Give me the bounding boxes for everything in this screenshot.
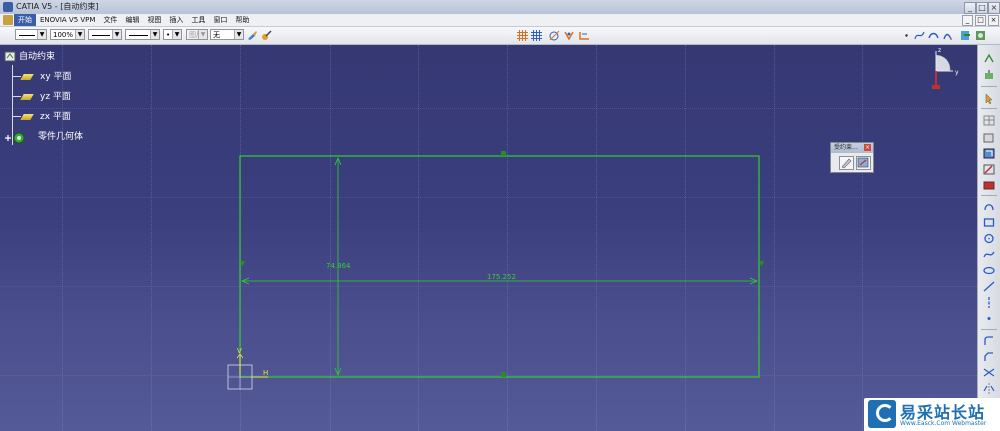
select-arrow-icon[interactable]: [983, 93, 995, 104]
spline-icon[interactable]: [914, 30, 925, 41]
minimize-button[interactable]: _: [964, 2, 976, 14]
animate-constraint-icon[interactable]: [983, 179, 995, 190]
doc-minimize-button[interactable]: _: [962, 15, 973, 26]
menu-item[interactable]: 编辑: [121, 14, 143, 26]
ellipse-icon[interactable]: [983, 265, 995, 276]
doc-restore-button[interactable]: □: [975, 15, 986, 26]
zoom-value: 100%: [53, 31, 74, 39]
mirror-icon[interactable]: [983, 383, 995, 394]
close-button[interactable]: ×: [988, 2, 1000, 14]
menu-item[interactable]: 文件: [99, 14, 121, 26]
compass-y-label: y: [955, 69, 959, 76]
menu-item[interactable]: 插入: [165, 14, 187, 26]
horizontal-constraint-symbol: [501, 372, 506, 377]
compass-base: [932, 85, 940, 89]
paint-brush-icon[interactable]: [247, 30, 258, 41]
right-toolbar: [977, 45, 1000, 431]
v-axis-label: V: [237, 347, 242, 355]
doc-close-button[interactable]: ×: [988, 15, 999, 26]
site-watermark: 易采站长站 Www.Easck.Com Webmaster: [864, 398, 1000, 431]
dimensional-constraints-icon[interactable]: [579, 30, 590, 41]
title-bar: CATIA V5 - [自动约束] _ □ ×: [0, 0, 1000, 15]
point-tool-icon[interactable]: [983, 313, 995, 324]
menu-item[interactable]: 开始: [14, 14, 36, 26]
workbench-icon[interactable]: [975, 30, 986, 41]
axis-icon[interactable]: [983, 297, 995, 308]
filter-value: 无: [213, 31, 220, 39]
profile-icon[interactable]: [928, 30, 939, 41]
transparency-select[interactable]: 100% ▼: [50, 29, 85, 40]
h-axis-label: H: [263, 369, 268, 377]
palette-close-button[interactable]: ×: [864, 144, 871, 151]
toolbar-separator: [981, 195, 997, 196]
horizontal-dimension-value[interactable]: 175.252: [487, 273, 516, 281]
watermark-subtitle: Www.Easck.Com Webmaster: [900, 420, 987, 427]
compass-widget[interactable]: z y: [918, 47, 963, 92]
constraint-grid-icon: [857, 157, 869, 168]
menu-item[interactable]: 工具: [187, 14, 209, 26]
arc-icon[interactable]: [942, 30, 953, 41]
sketch-tool-icon[interactable]: [983, 53, 995, 64]
menu-bar: 开始 ENOVIA V5 VPM 文件 编辑 视图 插入 工具 窗口 帮助 _ □ ×: [0, 14, 1000, 27]
linetype-select[interactable]: ▼: [88, 29, 122, 40]
snap-to-point-icon[interactable]: [531, 30, 542, 41]
menu-items: 开始 ENOVIA V5 VPM 文件 编辑 视图 插入 工具 窗口 帮助: [14, 14, 253, 26]
point-style-value: •: [166, 31, 171, 39]
construction-element-icon[interactable]: [549, 30, 560, 41]
constraint-apply-button[interactable]: [856, 156, 871, 170]
grid-snap-icon[interactable]: [983, 115, 995, 126]
graphic-properties-toolbar: ▼ 100% ▼ ▼ ▼ • ▼ 图层 ▼ 无 ▼: [0, 27, 1000, 45]
corner-icon[interactable]: [983, 335, 995, 346]
menu-item[interactable]: 视图: [143, 14, 165, 26]
lineweight-select[interactable]: ▼: [125, 29, 160, 40]
constraint-icon[interactable]: [983, 164, 995, 175]
circle-icon[interactable]: [983, 233, 995, 244]
vertical-constraint-symbol: [759, 261, 764, 267]
exit-workbench-icon[interactable]: [960, 30, 971, 41]
grid-icon[interactable]: [517, 30, 528, 41]
window-title: CATIA V5 - [自动约束]: [16, 2, 99, 11]
construction-icon[interactable]: [983, 132, 995, 143]
color-select[interactable]: ▼: [15, 29, 47, 40]
toolbar-separator: [981, 329, 997, 330]
constraint-palette[interactable]: 受约束... ×: [830, 142, 874, 173]
toolbar-separator: [981, 108, 997, 109]
geometrical-constraints-icon[interactable]: [564, 30, 575, 41]
sketch-canvas: 74.864 175.252 V H: [227, 151, 764, 390]
document-icon[interactable]: [3, 15, 13, 25]
maximize-button[interactable]: □: [976, 2, 988, 14]
toolbar-separator: [981, 86, 997, 87]
point-style-select[interactable]: • ▼: [163, 29, 182, 40]
sketch-rectangle[interactable]: [239, 155, 760, 378]
pencil-icon: [841, 158, 852, 169]
properties-brush-icon[interactable]: [261, 30, 272, 41]
trim-icon[interactable]: [983, 367, 995, 378]
site-logo-icon: [868, 400, 896, 428]
chamfer-icon[interactable]: [983, 351, 995, 362]
menu-item[interactable]: 窗口: [209, 14, 231, 26]
compass-z-label: z: [938, 47, 941, 54]
compass-quarter: [935, 54, 951, 72]
cut-part-icon[interactable]: [983, 148, 995, 159]
constraint-edit-button[interactable]: [839, 156, 854, 170]
rectangle-icon[interactable]: [983, 217, 995, 228]
menu-item[interactable]: 帮助: [231, 14, 253, 26]
sketch-analysis-icon[interactable]: [983, 69, 995, 80]
line-icon[interactable]: [983, 281, 995, 292]
filter-select[interactable]: 无 ▼: [210, 29, 244, 40]
horizontal-constraint-symbol: [501, 151, 506, 156]
layer-select[interactable]: 图层 ▼: [186, 29, 208, 40]
sketch-workspace[interactable]: 自动约束 xy 平面 yz 平面 zx 平面 零件几何体 74.864 175.…: [0, 45, 977, 431]
point-icon[interactable]: [901, 30, 912, 41]
vertical-constraint-symbol: [240, 261, 245, 267]
vertical-dimension-value[interactable]: 74.864: [326, 262, 351, 270]
spline-tool-icon[interactable]: [983, 249, 995, 260]
profile-tool-icon[interactable]: [983, 201, 995, 212]
menu-item[interactable]: ENOVIA V5 VPM: [36, 14, 99, 26]
catia-app-icon[interactable]: [3, 2, 13, 12]
